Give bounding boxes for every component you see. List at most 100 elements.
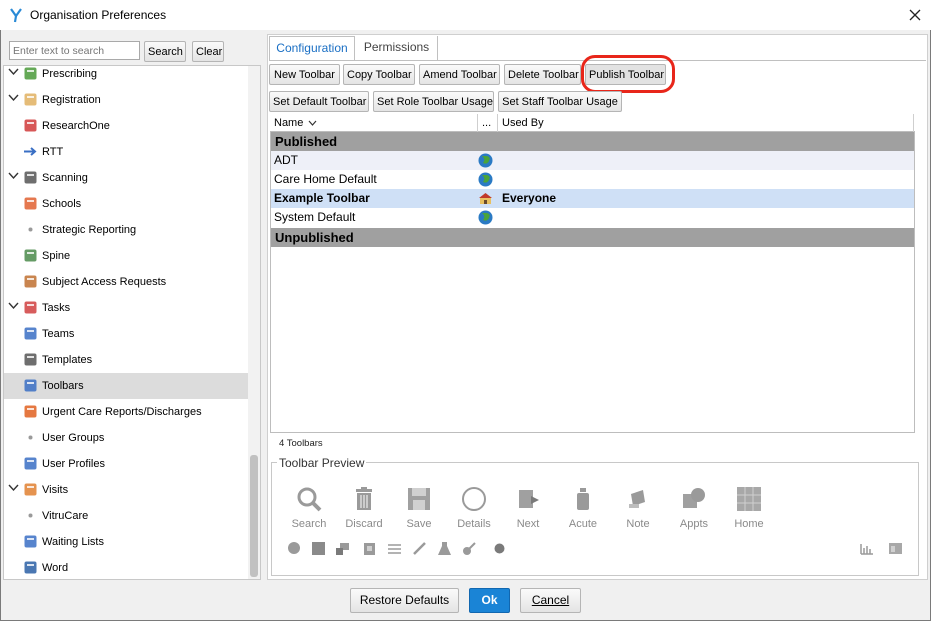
column-header-used-by[interactable]: Used By bbox=[498, 114, 914, 132]
sidebar-item-schools[interactable]: Schools bbox=[4, 191, 248, 217]
sidebar-item-label: Schools bbox=[42, 198, 82, 210]
preview-acute-label: Acute bbox=[568, 518, 598, 530]
group-header-published: Published bbox=[271, 132, 914, 151]
clipboard-icon bbox=[364, 543, 375, 555]
tab-permissions[interactable]: Permissions bbox=[356, 36, 438, 60]
table-row[interactable]: Care Home Default bbox=[271, 170, 914, 189]
urgent-care-icon bbox=[23, 404, 38, 419]
chevron-down-icon[interactable] bbox=[8, 93, 20, 105]
toolbar-name: Care Home Default bbox=[274, 172, 377, 186]
clear-button[interactable]: Clear bbox=[192, 41, 224, 62]
sidebar-item-waiting-lists[interactable]: Waiting Lists bbox=[4, 529, 248, 555]
sidebar-item-label: Urgent Care Reports/Discharges bbox=[42, 406, 202, 418]
dot-icon bbox=[23, 508, 38, 523]
shapes-icon bbox=[336, 543, 349, 555]
copy-toolbar-button[interactable]: Copy Toolbar bbox=[343, 64, 415, 85]
teams-people-icon bbox=[23, 326, 38, 341]
tab-configuration[interactable]: Configuration bbox=[269, 36, 355, 60]
sidebar-item-toolbars[interactable]: Toolbars bbox=[4, 373, 248, 399]
globe-icon bbox=[478, 210, 493, 225]
restore-defaults-button[interactable]: Restore Defaults bbox=[350, 588, 459, 613]
appointments-icon bbox=[683, 488, 705, 508]
search-button[interactable]: Search bbox=[144, 41, 186, 62]
sidebar-item-label: Scanning bbox=[42, 172, 88, 184]
chevron-down-icon[interactable] bbox=[8, 67, 20, 79]
sidebar-item-visits[interactable]: Visits bbox=[4, 477, 248, 503]
new-toolbar-button[interactable]: New Toolbar bbox=[269, 64, 340, 85]
head-profile-icon bbox=[288, 542, 300, 554]
delete-toolbar-button[interactable]: Delete Toolbar bbox=[504, 64, 581, 85]
close-icon bbox=[909, 9, 921, 21]
set-default-toolbar-button[interactable]: Set Default Toolbar bbox=[269, 91, 369, 112]
toolbar-count: 4 Toolbars bbox=[279, 438, 323, 449]
table-row[interactable]: Example Toolbar Everyone bbox=[271, 189, 914, 208]
sidebar-item-teams[interactable]: Teams bbox=[4, 321, 248, 347]
sidebar-item-strategic-reporting[interactable]: Strategic Reporting bbox=[4, 217, 248, 243]
research-cube-icon bbox=[23, 118, 38, 133]
amend-toolbar-button[interactable]: Amend Toolbar bbox=[419, 64, 500, 85]
sidebar-item-spine[interactable]: Spine bbox=[4, 243, 248, 269]
sidebar-item-label: User Profiles bbox=[42, 458, 105, 470]
cancel-button[interactable]: Cancel bbox=[520, 588, 581, 613]
tasks-clipboard-icon bbox=[23, 300, 38, 315]
search-icon bbox=[297, 487, 322, 512]
sidebar-item-label: Toolbars bbox=[42, 380, 84, 392]
home-grid-icon bbox=[737, 487, 761, 511]
sidebar-item-prescribing[interactable]: Prescribing bbox=[4, 66, 248, 87]
sidebar-item-researchone[interactable]: ResearchOne bbox=[4, 113, 248, 139]
dot-icon bbox=[23, 430, 38, 445]
sidebar-item-vitrucare[interactable]: VitruCare bbox=[4, 503, 248, 529]
tree-scrollbar-thumb[interactable] bbox=[250, 455, 258, 577]
organisation-icon bbox=[479, 193, 492, 204]
sidebar-item-tasks[interactable]: Tasks bbox=[4, 295, 248, 321]
wand-icon bbox=[413, 542, 426, 555]
lab-flask-icon bbox=[438, 542, 451, 555]
sidebar-item-rtt[interactable]: RTT bbox=[4, 139, 248, 165]
preview-home-label: Home bbox=[734, 518, 764, 530]
sidebar-item-urgent-care-reports-discharges[interactable]: Urgent Care Reports/Discharges bbox=[4, 399, 248, 425]
column-header-icon[interactable]: ... bbox=[478, 114, 498, 132]
dot-icon bbox=[494, 543, 505, 554]
note-icon bbox=[629, 490, 645, 508]
toolbar-name: Example Toolbar bbox=[274, 191, 370, 205]
set-role-toolbar-usage-button[interactable]: Set Role Toolbar Usage bbox=[373, 91, 494, 112]
preview-discard: Discard bbox=[338, 486, 390, 530]
sidebar-item-scanning[interactable]: Scanning bbox=[4, 165, 248, 191]
window-title: Organisation Preferences bbox=[30, 8, 167, 22]
sidebar-item-user-profiles[interactable]: User Profiles bbox=[4, 451, 248, 477]
globe-icon bbox=[478, 172, 493, 187]
preview-note-label: Note bbox=[626, 518, 650, 530]
sidebar-item-templates[interactable]: Templates bbox=[4, 347, 248, 373]
table-row[interactable]: ADT bbox=[271, 151, 914, 170]
chevron-down-icon[interactable] bbox=[8, 171, 20, 183]
user-profile-icon bbox=[23, 456, 38, 471]
sidebar-item-registration[interactable]: Registration bbox=[4, 87, 248, 113]
preview-save: Save bbox=[393, 486, 445, 530]
numbers-icon bbox=[388, 544, 401, 554]
prescribing-icon bbox=[23, 66, 38, 81]
search-input[interactable] bbox=[9, 41, 140, 60]
close-window-button[interactable] bbox=[904, 4, 926, 26]
sidebar-item-user-groups[interactable]: User Groups bbox=[4, 425, 248, 451]
chevron-down-icon[interactable] bbox=[8, 301, 20, 313]
set-staff-toolbar-usage-button[interactable]: Set Staff Toolbar Usage bbox=[498, 91, 622, 112]
sidebar-item-label: Prescribing bbox=[42, 68, 98, 80]
toolbar-preview-label: Toolbar Preview bbox=[277, 456, 367, 470]
school-icon bbox=[23, 196, 38, 211]
ok-button[interactable]: Ok bbox=[469, 588, 510, 613]
details-circle-icon bbox=[462, 487, 486, 511]
sidebar-item-word[interactable]: Word bbox=[4, 555, 248, 579]
globe-icon bbox=[478, 153, 493, 168]
arrow-right-icon bbox=[23, 144, 38, 159]
sidebar-item-subject-access-requests[interactable]: Subject Access Requests bbox=[4, 269, 248, 295]
preview-save-label: Save bbox=[406, 518, 432, 530]
chevron-down-icon[interactable] bbox=[8, 483, 20, 495]
app-logo-icon bbox=[10, 8, 22, 23]
column-header-name[interactable]: Name bbox=[270, 114, 478, 132]
table-row[interactable]: System Default bbox=[271, 208, 914, 227]
preview-next: Next bbox=[502, 486, 554, 530]
spine-icon bbox=[23, 248, 38, 263]
scanner-icon bbox=[23, 170, 38, 185]
preview-discard-label: Discard bbox=[345, 518, 383, 530]
waiting-list-icon bbox=[23, 534, 38, 549]
